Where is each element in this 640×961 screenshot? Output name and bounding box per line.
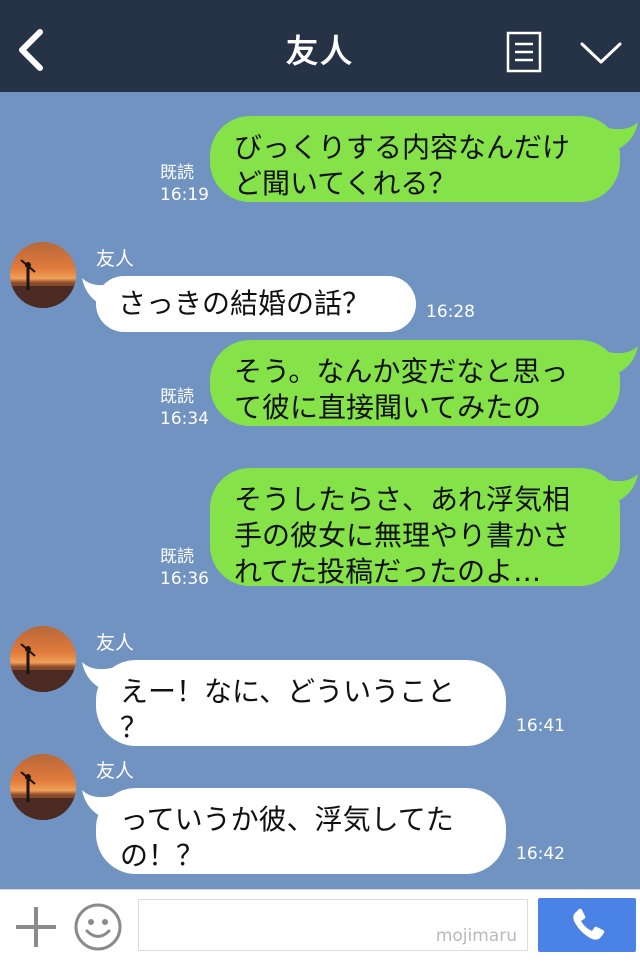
add-button[interactable] — [14, 905, 58, 949]
plus-icon — [16, 907, 56, 947]
message-time: 16:34 — [160, 409, 209, 429]
chat-area[interactable]: 既読 16:19 びっくりする内容なんだけ ど聞いてくれる？ 友人 さっきの結婚… — [0, 92, 640, 889]
call-button[interactable] — [538, 898, 636, 952]
message-line: れてた投稿だったのよ… — [234, 555, 542, 588]
phone-icon — [573, 908, 605, 940]
message-time: 16:19 — [160, 185, 209, 205]
bubble-tail — [608, 346, 638, 374]
note-list-icon — [506, 31, 542, 73]
incoming-message-bubble[interactable]: さっきの結婚の話？ — [96, 276, 416, 332]
message-line: ど聞いてくれる？ — [234, 167, 457, 200]
bubble-tail — [82, 278, 112, 306]
message-meta: 既読 16:36 — [160, 546, 209, 590]
sender-name: 友人 — [96, 632, 135, 654]
message-line: て彼に直接聞いてみたの — [234, 391, 542, 424]
message-line: そうしたらさ、あれ浮気相 — [234, 483, 571, 516]
sender-name: 友人 — [96, 760, 135, 782]
message-line: えー！なに、どういうこと — [120, 675, 456, 708]
incoming-message-bubble[interactable]: っていうか彼、浮気してた の！？ — [96, 788, 506, 874]
incoming-message-bubble[interactable]: えー！なに、どういうこと ？ — [96, 660, 506, 746]
read-receipt: 既読 — [160, 547, 194, 567]
message-line: さっきの結婚の話？ — [118, 287, 371, 320]
message-line: の！？ — [120, 839, 205, 872]
message-line: っていうか彼、浮気してた — [120, 803, 454, 836]
message-time: 16:28 — [426, 302, 475, 322]
message-line: びっくりする内容なんだけ — [234, 131, 571, 164]
outgoing-message-bubble[interactable]: そう。なんか変だなと思っ て彼に直接聞いてみたの — [210, 340, 620, 426]
message-line: ？ — [120, 711, 149, 744]
watermark-text: mojimaru — [435, 926, 517, 946]
message-time: 16:42 — [516, 844, 565, 864]
message-time: 16:41 — [516, 716, 565, 736]
dropdown-button[interactable] — [578, 38, 624, 68]
chat-header: 友人 — [0, 0, 640, 92]
sender-name: 友人 — [96, 248, 135, 270]
read-receipt: 既読 — [160, 163, 194, 183]
chat-title: 友人 — [285, 32, 354, 70]
message-line: そう。なんか変だなと思っ — [234, 355, 569, 388]
bubble-tail — [608, 474, 638, 502]
message-meta: 既読 16:19 — [160, 162, 209, 206]
message-input-bar: mojimaru — [0, 889, 640, 961]
avatar[interactable] — [10, 754, 76, 820]
person-silhouette-icon — [10, 771, 76, 820]
bubble-tail — [82, 790, 112, 818]
emoji-button[interactable] — [73, 902, 123, 952]
bubble-tail — [608, 122, 638, 150]
message-time: 16:36 — [160, 569, 209, 589]
person-silhouette-icon — [10, 643, 76, 692]
outgoing-message-bubble[interactable]: びっくりする内容なんだけ ど聞いてくれる？ — [210, 116, 620, 202]
smiley-icon — [74, 903, 122, 951]
avatar[interactable] — [10, 626, 76, 692]
read-receipt: 既読 — [160, 387, 194, 407]
chevron-down-icon — [580, 42, 622, 64]
person-silhouette-icon — [10, 259, 76, 308]
note-list-button[interactable] — [505, 30, 543, 74]
message-meta: 既読 16:34 — [160, 386, 209, 430]
message-line: 手の彼女に無理やり書かさ — [234, 519, 571, 552]
avatar[interactable] — [10, 242, 76, 308]
outgoing-message-bubble[interactable]: そうしたらさ、あれ浮気相 手の彼女に無理やり書かさ れてた投稿だったのよ… — [210, 468, 620, 588]
bubble-tail — [82, 662, 112, 690]
message-input[interactable]: mojimaru — [138, 899, 528, 951]
